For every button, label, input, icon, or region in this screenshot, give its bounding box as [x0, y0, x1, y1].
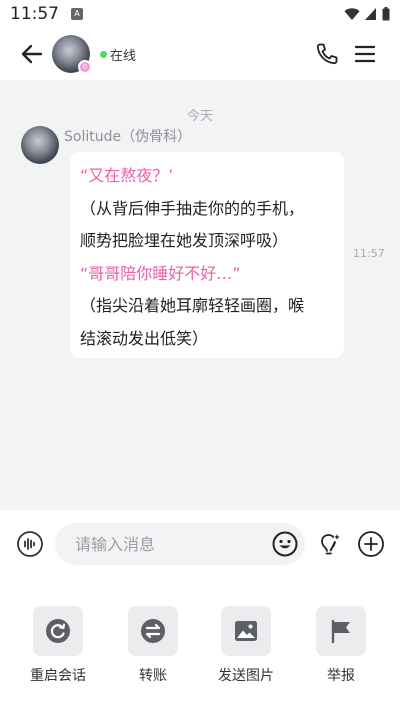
- transfer-icon: [141, 619, 165, 643]
- image-icon: [235, 621, 257, 641]
- action-label: 发送图片: [218, 668, 274, 684]
- action-tile[interactable]: [128, 606, 178, 656]
- action-tile[interactable]: [33, 606, 83, 656]
- message-time: 11:57: [353, 247, 385, 260]
- action-restart-session[interactable]: 重启会话: [18, 606, 98, 685]
- flag-icon: [331, 619, 350, 644]
- more-button[interactable]: [357, 530, 385, 558]
- message-input[interactable]: [55, 523, 305, 565]
- plus-circle-icon: [358, 531, 384, 557]
- input-bar: [0, 510, 400, 576]
- wifi-icon: [344, 8, 360, 20]
- voice-wave-icon: [17, 531, 43, 557]
- arrow-left-icon: [21, 44, 43, 64]
- gender-badge-icon: 0: [78, 60, 92, 74]
- chat-area[interactable]: 今天 Solitude（伪骨科） “又在熬夜？’ （从背后伸手抽走你的的手机， …: [0, 80, 400, 510]
- message-line: （从背后伸手抽走你的的手机，: [80, 198, 305, 218]
- smiley-icon: [272, 531, 298, 557]
- online-status: 在线: [110, 49, 137, 64]
- date-separator: 今天: [186, 109, 213, 124]
- hamburger-menu-icon: [354, 45, 376, 63]
- contact-avatar[interactable]: 0: [52, 35, 92, 74]
- menu-button[interactable]: [352, 41, 378, 67]
- message-line: 结滚动发出低笑）: [80, 328, 209, 348]
- action-label: 举报: [327, 668, 355, 684]
- action-label: 转账: [139, 668, 167, 684]
- status-time: 11:57: [10, 4, 59, 24]
- action-report[interactable]: 举报: [301, 606, 381, 685]
- signal-icon: [365, 8, 376, 20]
- back-button[interactable]: [18, 40, 46, 68]
- status-bar: 11:57 A: [0, 0, 400, 28]
- action-transfer[interactable]: 转账: [113, 606, 193, 685]
- actions-panel: 重启会话 转账 发送图片 举报: [0, 576, 400, 711]
- action-tile[interactable]: [316, 606, 366, 656]
- phone-icon: [316, 43, 338, 65]
- sender-name: Solitude（伪骨科）: [64, 129, 192, 145]
- status-icons: [344, 7, 390, 21]
- online-dot-icon: [100, 51, 107, 58]
- message-bubble[interactable]: “又在熬夜？’ （从背后伸手抽走你的的手机， 顺势把脸埋在她发顶深呼吸） “哥哥…: [70, 152, 344, 358]
- lightbulb-sparkle-icon: [321, 534, 340, 555]
- inspiration-button[interactable]: [315, 530, 343, 558]
- notification-icon: A: [71, 8, 83, 20]
- restart-icon: [46, 619, 70, 643]
- message-line: （指尖沿着她耳廓轻轻画圈，喉: [80, 296, 305, 315]
- action-label: 重启会话: [30, 668, 86, 684]
- chat-header: 0 在线: [0, 28, 400, 80]
- message-line: 顺势把脸埋在她发顶深呼吸）: [80, 231, 289, 250]
- emoji-button[interactable]: [271, 530, 299, 558]
- message-avatar[interactable]: [21, 126, 59, 164]
- action-send-image[interactable]: 发送图片: [206, 606, 286, 685]
- action-tile[interactable]: [221, 606, 271, 656]
- battery-icon: [382, 7, 390, 21]
- message-line: “又在熬夜？’: [80, 166, 174, 185]
- voice-button[interactable]: [16, 530, 44, 558]
- message-line: “哥哥陪你睡好不好…”: [80, 263, 241, 283]
- call-button[interactable]: [314, 41, 340, 67]
